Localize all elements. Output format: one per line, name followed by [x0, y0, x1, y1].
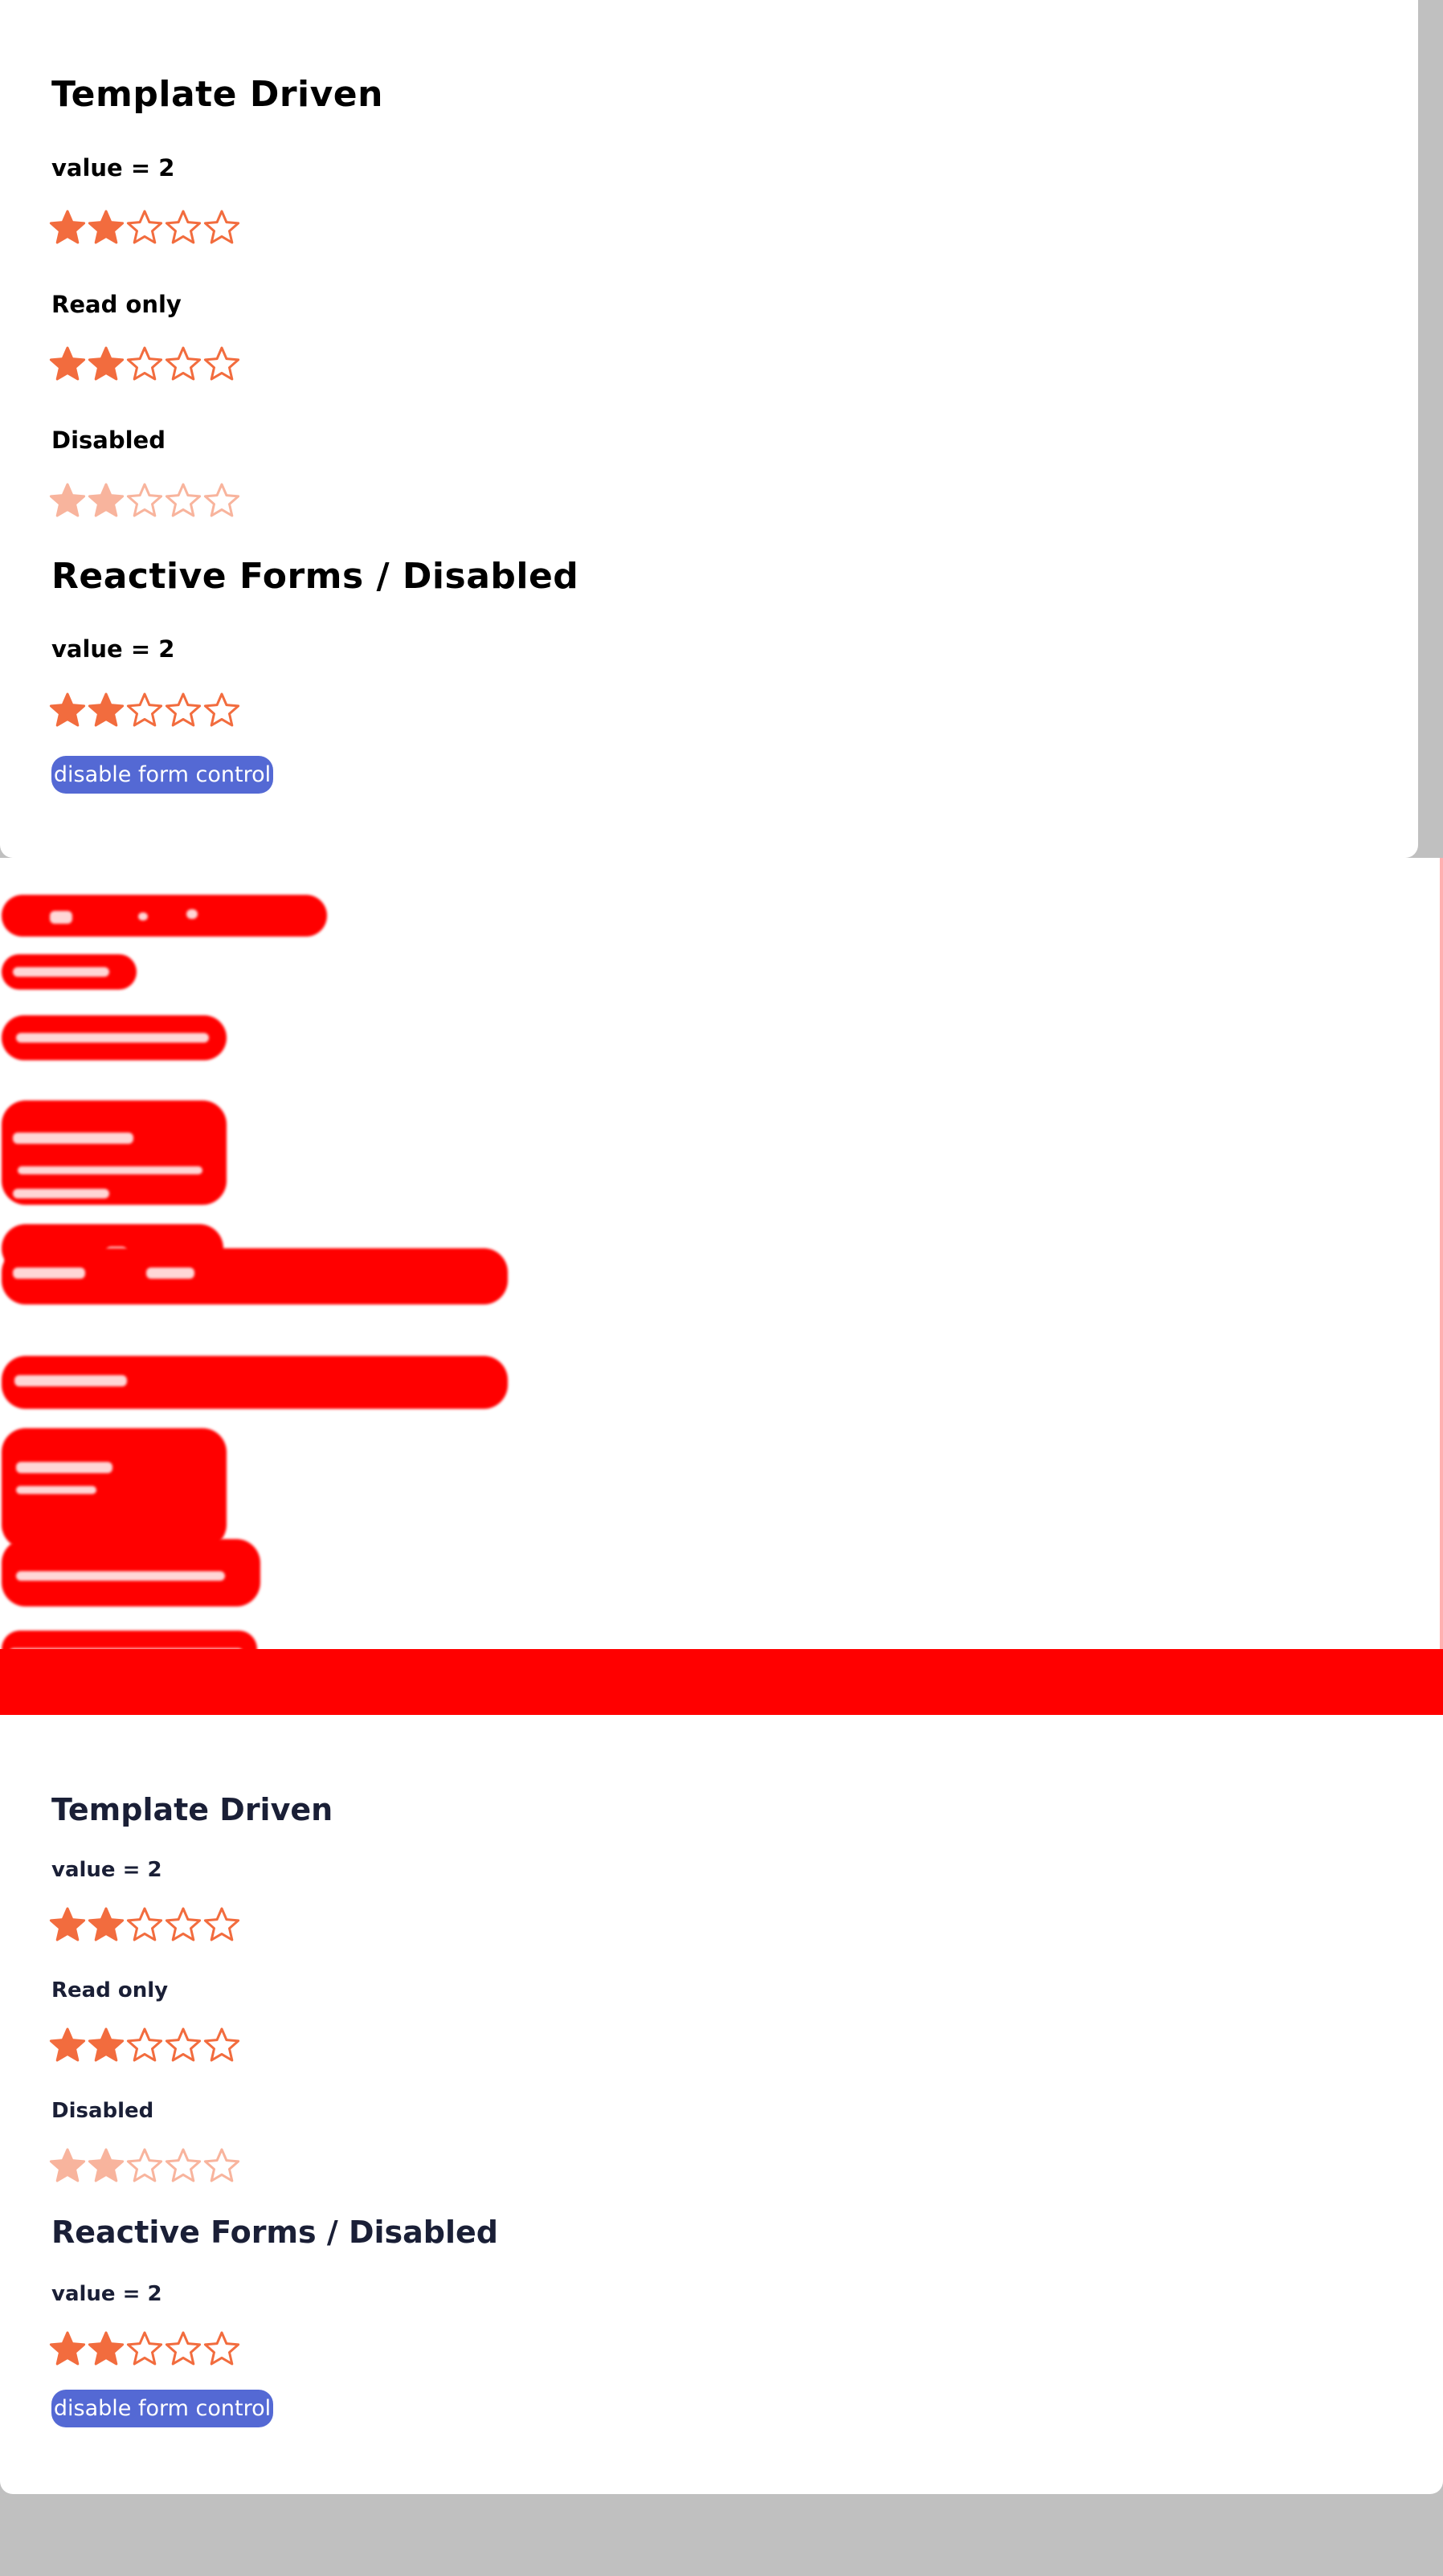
- diff-blob: [2, 954, 137, 990]
- reactive-value-label: value = 2: [51, 635, 175, 663]
- page: Template Driven value = 2 Read only Disa…: [0, 0, 1443, 2576]
- star-empty-icon[interactable]: [202, 2330, 241, 2369]
- rating-disabled: [48, 2147, 241, 2186]
- readonly-label: Read only: [51, 291, 182, 318]
- star-empty-icon[interactable]: [202, 692, 241, 730]
- template-driven-title: Template Driven: [51, 1792, 333, 1827]
- star-empty-icon[interactable]: [125, 692, 164, 730]
- star-filled-icon: [87, 2147, 125, 2186]
- star-filled-icon: [48, 345, 87, 384]
- reactive-forms-title: Reactive Forms / Disabled: [51, 2215, 499, 2250]
- rating-template[interactable]: [48, 1906, 241, 1945]
- diff-blob: [2, 1248, 508, 1304]
- star-filled-icon[interactable]: [48, 1906, 87, 1945]
- star-empty-icon: [202, 2147, 241, 2186]
- star-empty-icon: [125, 2027, 164, 2065]
- star-empty-icon[interactable]: [125, 209, 164, 247]
- star-empty-icon[interactable]: [164, 692, 202, 730]
- diff-bar: [0, 1649, 1443, 1715]
- readonly-label: Read only: [51, 1978, 169, 2002]
- star-empty-icon: [202, 345, 241, 384]
- disable-form-control-button[interactable]: disable form control: [51, 2390, 273, 2427]
- rating-readonly: [48, 345, 241, 384]
- disabled-label: Disabled: [51, 2099, 154, 2123]
- star-filled-icon[interactable]: [48, 2330, 87, 2369]
- star-empty-icon[interactable]: [202, 209, 241, 247]
- star-filled-icon: [87, 482, 125, 521]
- star-empty-icon[interactable]: [164, 2330, 202, 2369]
- diff-blob: [2, 895, 327, 937]
- star-filled-icon: [48, 2147, 87, 2186]
- star-empty-icon: [164, 482, 202, 521]
- star-filled-icon[interactable]: [87, 692, 125, 730]
- star-empty-icon: [125, 482, 164, 521]
- diff-edge: [1440, 858, 1443, 1661]
- disable-form-control-button[interactable]: disable form control: [51, 756, 273, 794]
- star-filled-icon[interactable]: [48, 209, 87, 247]
- diff-blob: [2, 1539, 260, 1606]
- diff-blob: [2, 1356, 508, 1409]
- star-filled-icon[interactable]: [87, 1906, 125, 1945]
- star-empty-icon: [164, 345, 202, 384]
- star-filled-icon: [87, 2027, 125, 2065]
- rating-demo-panel-top: Template Driven value = 2 Read only Disa…: [0, 0, 1418, 858]
- star-empty-icon: [164, 2027, 202, 2065]
- star-filled-icon[interactable]: [87, 209, 125, 247]
- rating-readonly: [48, 2027, 241, 2065]
- star-filled-icon[interactable]: [48, 692, 87, 730]
- value-label: value = 2: [51, 1858, 162, 1882]
- star-filled-icon: [48, 482, 87, 521]
- diff-blob: [2, 1100, 227, 1205]
- star-empty-icon: [164, 2147, 202, 2186]
- star-empty-icon[interactable]: [164, 1906, 202, 1945]
- diff-blob: [2, 1015, 227, 1060]
- star-filled-icon: [87, 345, 125, 384]
- star-filled-icon[interactable]: [87, 2330, 125, 2369]
- rating-disabled: [48, 482, 241, 521]
- diff-overlay-panel: [0, 858, 1443, 1715]
- diff-blob: [2, 1428, 227, 1549]
- star-empty-icon: [125, 345, 164, 384]
- star-empty-icon: [202, 482, 241, 521]
- star-empty-icon: [202, 2027, 241, 2065]
- value-label: value = 2: [51, 154, 175, 182]
- rating-demo-panel-bottom: Template Driven value = 2 Read only Disa…: [0, 1715, 1443, 2494]
- template-driven-title: Template Driven: [51, 74, 383, 115]
- rating-template[interactable]: [48, 209, 241, 247]
- rating-reactive[interactable]: [48, 692, 241, 730]
- star-empty-icon[interactable]: [125, 2330, 164, 2369]
- scrollbar-track[interactable]: [1418, 0, 1443, 858]
- star-filled-icon: [48, 2027, 87, 2065]
- reactive-forms-title: Reactive Forms / Disabled: [51, 556, 579, 597]
- rating-reactive[interactable]: [48, 2330, 241, 2369]
- disabled-label: Disabled: [51, 427, 166, 454]
- star-empty-icon[interactable]: [125, 1906, 164, 1945]
- star-empty-icon[interactable]: [164, 209, 202, 247]
- star-empty-icon[interactable]: [202, 1906, 241, 1945]
- star-empty-icon: [125, 2147, 164, 2186]
- reactive-value-label: value = 2: [51, 2282, 162, 2306]
